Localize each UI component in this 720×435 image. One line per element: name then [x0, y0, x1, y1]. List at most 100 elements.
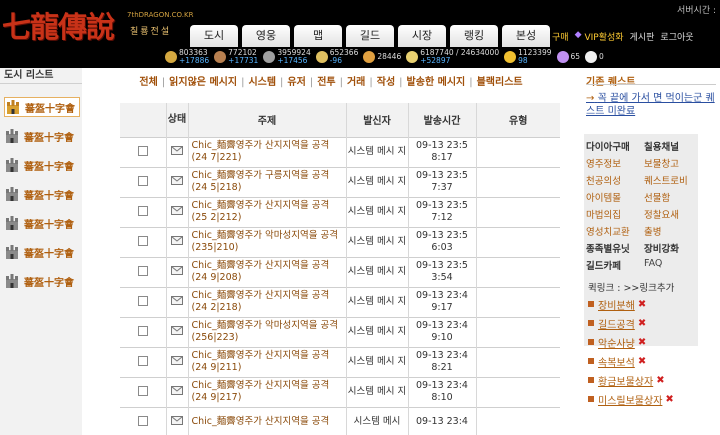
filter-link[interactable]: 유저 [287, 77, 305, 88]
menu-attendance[interactable]: 출병 [644, 224, 661, 238]
quicklink-label[interactable]: 길드공격 [598, 316, 635, 331]
quicklink-label[interactable]: 악순사냥 [598, 335, 635, 350]
col-sender: 발신자 [345, 103, 408, 137]
filter-link[interactable]: 발송한 메시지 [407, 77, 466, 88]
col-status: 상태 [165, 103, 188, 137]
quest-link[interactable]: → 꼭 끝에 가서 면 먹이는군 퀘스트 미완료 [586, 92, 716, 118]
quicklinks-title[interactable]: 퀵링크 : >>링크추가 [588, 280, 674, 294]
nav-tab-hero[interactable]: 영웅 [242, 25, 290, 47]
row-checkbox[interactable] [137, 175, 148, 186]
row-checkbox[interactable] [137, 235, 148, 246]
row-checkbox[interactable] [137, 415, 148, 426]
menu-gift-box[interactable]: 선물함 [644, 190, 670, 204]
table-row[interactable]: Chic_麵霽영주가 악마성지역을 공격 (235|210) 시스템 메시 지 09… [120, 226, 560, 257]
menu-equip-enhance[interactable]: 장비강화 [644, 241, 679, 255]
message-subject[interactable]: Chic_麵霽영주가 악마성지역을 공격 (235|210) [187, 226, 346, 257]
city-item[interactable]: 蕃盔十字會 [4, 97, 80, 117]
message-subject[interactable]: Chic_麵霽영주가 산지지역을 공격 (24 2|218) [187, 286, 346, 317]
menu-guild-cafe[interactable]: 길드카페 [586, 258, 621, 272]
message-subject[interactable]: Chic_麵霽영주가 산지지역을 공격 (24 7|221) [187, 136, 346, 167]
city-item[interactable]: 蕃盔十字會 [4, 213, 80, 233]
row-checkbox[interactable] [137, 265, 148, 276]
table-row[interactable]: Chic_麵霽영주가 산지지역을 공격 (25 2|212) 시스템 메시 지 09… [120, 196, 560, 227]
header-bar: 七龍傳說 7thDRAGON.CO.KR 칠룡전설 서버시간 : 도시 영웅 맵… [0, 0, 720, 68]
remove-icon[interactable]: ✖ [665, 394, 673, 405]
table-row[interactable]: Chic_麵霽영주가 산지지역을 공격 (24 7|221) 시스템 메시 지 09… [120, 136, 560, 167]
logout-link[interactable]: 로그아웃 [660, 30, 693, 44]
city-item[interactable]: 蕃盔十字會 [4, 126, 80, 146]
filter-link[interactable]: 전투 [317, 77, 335, 88]
filter-link[interactable]: 거래 [347, 77, 365, 88]
quicklink-label[interactable]: 미스릴보물상자 [598, 392, 662, 407]
menu-quest-lobby[interactable]: 퀘스트로비 [644, 173, 688, 187]
nav-tab-city[interactable]: 도시 [190, 25, 238, 47]
table-row[interactable]: Chic_麵霽영주가 산지지역을 공격 (24 2|218) 시스템 메시 지 09… [120, 286, 560, 317]
nav-tab-castle[interactable]: 본성 [502, 25, 550, 47]
envelope-icon [171, 176, 183, 185]
filter-link[interactable]: 작성 [377, 77, 395, 88]
row-checkbox[interactable] [137, 295, 148, 306]
game-logo[interactable]: 七龍傳說 7thDRAGON.CO.KR 칠룡전설 [0, 0, 193, 50]
filter-link[interactable]: 읽지않은 메시지 [169, 77, 237, 88]
table-row[interactable]: Chic_麵霽영주가 산지지역을 공격 (24 9|217) 시스템 메시 지 09… [120, 376, 560, 407]
message-subject[interactable]: Chic_麵霽영주가 산지지역을 공격 (25 2|212) [187, 196, 346, 227]
remove-icon[interactable]: ✖ [638, 337, 646, 348]
menu-scout-fortress[interactable]: 정찰요새 [644, 207, 679, 221]
message-subject[interactable]: Chic_麵霽영주가 산지지역을 공격 (24 9|217) [187, 376, 346, 407]
menu-magic-house[interactable]: 마법의집 [586, 207, 621, 221]
city-item[interactable]: 蕃盔十字會 [4, 155, 80, 175]
menu-item-mall[interactable]: 아이템몰 [586, 190, 621, 204]
city-item[interactable]: 蕃盔十字會 [4, 184, 80, 204]
message-subject[interactable]: Chic_麵霽영주가 악마성지역을 공격 (256|223) [187, 316, 346, 347]
menu-channel[interactable]: 칠용채널 [644, 139, 679, 153]
table-row[interactable]: Chic_麵霽영주가 산지지역을 공격 (24 9|211) 시스템 메시 지 09… [120, 346, 560, 377]
resource-item: 1123399 98 [504, 46, 552, 68]
menu-treasure[interactable]: 보물창고 [644, 156, 679, 170]
row-checkbox[interactable] [137, 145, 148, 156]
row-checkbox[interactable] [137, 325, 148, 336]
table-row[interactable]: Chic_麵霽영주가 악마성지역을 공격 (256|223) 시스템 메시 지 09… [120, 316, 560, 347]
table-row[interactable]: Chic_麵霽영주가 구릉지역을 공격 (24 5|218) 시스템 메시 지 09… [120, 166, 560, 197]
board-link[interactable]: 게시판 [630, 30, 655, 44]
resource-icon [263, 51, 276, 63]
quicklink-label[interactable]: 장비분해 [598, 297, 635, 312]
menu-class-unit[interactable]: 종족별유닛 [586, 241, 630, 255]
message-subject[interactable]: Chic_麵霽영주가 구릉지역을 공격 (24 5|218) [187, 166, 346, 197]
nav-tab-map[interactable]: 맵 [294, 25, 342, 47]
message-subject[interactable]: Chic_麵霽영주가 산지지역을 공격 (24 9|208) [187, 256, 346, 287]
menu-lord-info[interactable]: 영주정보 [586, 156, 621, 170]
message-filter-bar: 전체 | 읽지않은 메시지 | 시스템 | 유저 | 전투 | 거래 | 작성 | 발송한 메시지 | 블랙리스… [82, 73, 580, 89]
nav-tab-market[interactable]: 시장 [398, 25, 446, 47]
nav-tab-ranking[interactable]: 랭킹 [450, 25, 498, 47]
remove-icon[interactable]: ✖ [656, 375, 664, 386]
table-row[interactable]: Chic_麵霽영주가 산지지역을 공격 시스템 메시 09-13 23:4 [120, 406, 560, 435]
nav-tab-guild[interactable]: 길드 [346, 25, 394, 47]
row-checkbox[interactable] [137, 385, 148, 396]
remove-icon[interactable]: ✖ [638, 356, 646, 367]
message-subject[interactable]: Chic_麵霽영주가 산지지역을 공격 (24 9|211) [187, 346, 346, 377]
row-checkbox[interactable] [137, 205, 148, 216]
quest-title: 기존 퀘스트 [586, 77, 636, 88]
message-subject[interactable]: Chic_麵霽영주가 산지지역을 공격 [187, 406, 346, 435]
menu-faq[interactable]: FAQ [644, 258, 662, 269]
filter-link[interactable]: 시스템 [248, 77, 276, 88]
city-item[interactable]: 蕃盔十字會 [4, 242, 80, 262]
resource-icon [556, 51, 569, 63]
quicklink-label[interactable]: 속복보석 [598, 354, 635, 369]
menu-fame-exchange[interactable]: 영성치교환 [586, 224, 630, 238]
remove-icon[interactable]: ✖ [638, 318, 646, 329]
purchase-link[interactable]: 구매 [552, 30, 569, 44]
quicklink-label[interactable]: 황금보물상자 [598, 373, 653, 388]
message-time: 09-13 23:4 [407, 406, 476, 435]
envelope-icon [171, 236, 183, 245]
remove-icon[interactable]: ✖ [638, 299, 646, 310]
menu-diamond-purchase[interactable]: 다이아구매 [586, 139, 630, 153]
row-checkbox[interactable] [137, 355, 148, 366]
vip-link[interactable]: VIP활성화 [584, 30, 623, 44]
filter-link[interactable]: 전체 [139, 77, 157, 88]
city-item[interactable]: 蕃盔十字會 [4, 271, 80, 291]
table-row[interactable]: Chic_麵霽영주가 산지지역을 공격 (24 9|208) 시스템 메시 지 09… [120, 256, 560, 287]
menu-sky-castle[interactable]: 천공의성 [586, 173, 621, 187]
filter-link[interactable]: 블랙리스트 [477, 77, 523, 88]
filter-separator: | [399, 77, 403, 88]
